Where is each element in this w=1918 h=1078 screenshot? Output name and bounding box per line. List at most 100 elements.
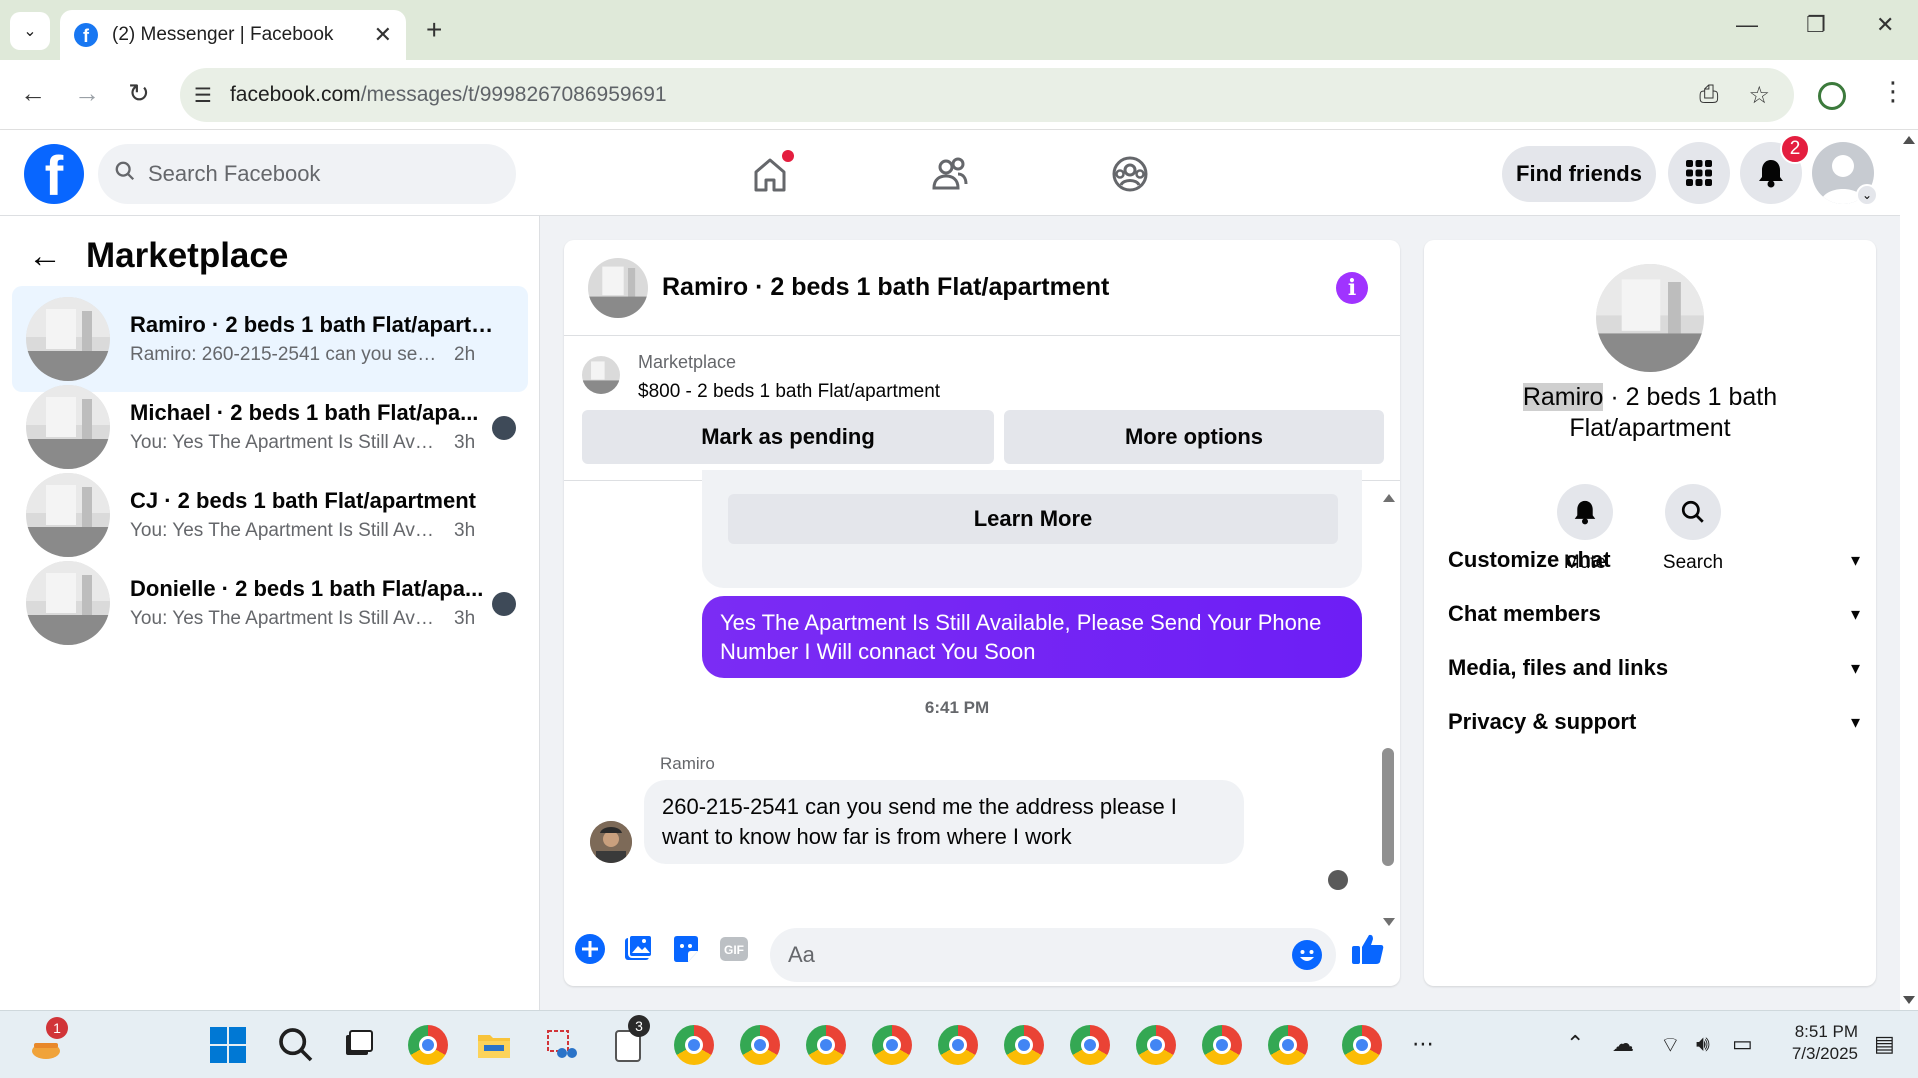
listing-summary[interactable]: Marketplace $800 - 2 beds 1 bath Flat/ap… — [582, 352, 940, 403]
chrome-profile-icon[interactable] — [806, 1025, 846, 1065]
customize-chat-section[interactable]: Customize chat ▾ — [1448, 540, 1860, 580]
mark-as-pending-button[interactable]: Mark as pending — [582, 410, 994, 464]
details-title: Ramiro · 2 beds 1 bath Flat/apartment — [1522, 383, 1778, 442]
facebook-logo-icon[interactable]: f — [24, 144, 84, 204]
tab-search-button[interactable]: ⌄ — [10, 12, 50, 50]
task-view-icon[interactable] — [340, 1025, 380, 1065]
notification-center-icon[interactable]: ▤ — [1874, 1031, 1895, 1057]
page-scrollbar[interactable] — [1900, 130, 1918, 1010]
start-button-icon[interactable] — [208, 1025, 248, 1065]
sender-avatar[interactable] — [590, 821, 632, 863]
friends-icon[interactable] — [928, 152, 972, 196]
chevron-down-icon: ▾ — [1850, 711, 1860, 732]
volume-icon[interactable]: 🔊︎ — [1696, 1031, 1710, 1057]
thread-name: Ramiro · 2 beds 1 bath Flat/apartm... — [130, 312, 500, 337]
add-more-icon[interactable] — [574, 933, 606, 965]
marketplace-info-card: Learn More — [702, 470, 1362, 588]
battery-icon[interactable]: ▭ — [1732, 1031, 1753, 1057]
chrome-profile-icon[interactable] — [1202, 1025, 1242, 1065]
more-options-button[interactable]: More options — [1004, 410, 1384, 464]
seen-avatar — [492, 592, 516, 616]
site-info-icon[interactable]: ☰ — [194, 83, 212, 108]
browser-tab[interactable]: f (2) Messenger | Facebook ✕ — [60, 10, 406, 60]
show-hidden-icons[interactable]: ⌃ — [1566, 1031, 1584, 1057]
listing-thumbnail — [26, 385, 110, 469]
chrome-profile-icon[interactable] — [740, 1025, 780, 1065]
groups-icon[interactable] — [1108, 152, 1152, 196]
details-avatar[interactable] — [1596, 264, 1704, 372]
tab-close-icon[interactable]: ✕ — [374, 22, 392, 48]
snipping-tool-icon[interactable] — [542, 1025, 582, 1065]
thread-name: CJ · 2 beds 1 bath Flat/apartment — [130, 488, 476, 513]
url-text[interactable]: facebook.com/messages/t/9998267086959691 — [230, 83, 1794, 107]
thumbs-up-icon[interactable] — [1350, 931, 1386, 967]
scrollbar-thumb[interactable] — [1382, 748, 1394, 866]
thread-item-donielle[interactable]: Donielle · 2 beds 1 bath Flat/apa... You… — [12, 550, 528, 656]
chevron-down-icon: ▾ — [1850, 603, 1860, 624]
marketplace-thread-list: ← Marketplace Ramiro · 2 beds 1 bath Fla… — [0, 216, 540, 1010]
windows-taskbar: 1 3 ⋯ ⌃ ☁ ⌔ 🔊︎ ▭ 8:51 PM 7/3/2025 ▤ — [0, 1010, 1918, 1078]
chrome-profile-icon[interactable] — [1136, 1025, 1176, 1065]
incoming-message[interactable]: 260-215-2541 can you send me the address… — [644, 780, 1244, 864]
browser-menu-icon[interactable]: ⋮ — [1880, 76, 1906, 107]
bookmark-star-icon[interactable]: ☆ — [1748, 81, 1770, 110]
chrome-profile-icon[interactable] — [674, 1025, 714, 1065]
restore-icon[interactable]: ❐ — [1806, 12, 1826, 38]
conversation-title[interactable]: Ramiro · 2 beds 1 bath Flat/apartment — [662, 273, 1109, 302]
message-input-placeholder: Aa — [788, 942, 815, 967]
menu-grid-button[interactable] — [1668, 142, 1730, 204]
listing-thumbnail — [582, 356, 620, 394]
gif-icon[interactable]: GIF — [718, 933, 750, 965]
find-friends-button[interactable]: Find friends — [1502, 146, 1656, 202]
message-input[interactable]: Aa — [770, 928, 1336, 982]
facebook-search-input[interactable]: Search Facebook — [98, 144, 516, 204]
install-app-icon[interactable]: ⎙ — [1699, 81, 1718, 109]
thread-snippet: You: Yes The Apartment Is Still Availab.… — [130, 520, 440, 541]
emoji-icon[interactable] — [1292, 940, 1322, 970]
new-tab-button[interactable]: + — [426, 14, 442, 46]
thread-name: Michael · 2 beds 1 bath Flat/apa... — [130, 400, 479, 425]
seen-avatar — [492, 416, 516, 440]
forward-icon[interactable]: → — [74, 78, 100, 109]
chrome-taskbar-icon[interactable] — [408, 1025, 448, 1065]
minimize-icon[interactable]: — — [1736, 12, 1758, 38]
onedrive-icon[interactable]: ☁ — [1612, 1031, 1634, 1057]
conversation-avatar[interactable] — [588, 257, 648, 318]
chrome-profile-icon[interactable] — [1004, 1025, 1044, 1065]
media-files-links-section[interactable]: Media, files and links ▾ — [1448, 648, 1860, 688]
listing-thumbnail — [26, 561, 110, 645]
chrome-profile-icon[interactable] — [1070, 1025, 1110, 1065]
widgets-badge: 1 — [46, 1017, 68, 1039]
system-clock[interactable]: 8:51 PM 7/3/2025 — [1778, 1021, 1858, 1065]
chat-members-section[interactable]: Chat members ▾ — [1448, 594, 1860, 634]
chrome-profile-icon[interactable] — [872, 1025, 912, 1065]
svg-text:GIF: GIF — [724, 943, 744, 957]
reload-icon[interactable]: ↻ — [128, 78, 150, 109]
sticker-icon[interactable] — [670, 933, 702, 965]
taskbar-search-icon[interactable] — [276, 1025, 316, 1065]
account-chevron-icon[interactable]: ⌄ — [1856, 184, 1878, 206]
more-apps-icon[interactable]: ⋯ — [1412, 1031, 1434, 1057]
back-arrow-icon[interactable]: ← — [28, 237, 62, 276]
chrome-profile-icon[interactable] — [938, 1025, 978, 1065]
file-explorer-icon[interactable] — [474, 1025, 514, 1065]
info-icon[interactable]: i — [1336, 272, 1368, 304]
search-icon — [114, 160, 136, 188]
chevron-down-icon: ▾ — [1850, 549, 1860, 570]
scroll-down-icon[interactable] — [1903, 996, 1915, 1004]
bell-icon — [1759, 160, 1783, 188]
scroll-up-icon[interactable] — [1903, 136, 1915, 144]
listing-thumbnail — [26, 473, 110, 557]
address-bar[interactable]: ☰ facebook.com/messages/t/99982670869596… — [180, 68, 1794, 122]
back-icon[interactable]: ← — [20, 78, 46, 109]
bell-icon — [1574, 500, 1596, 525]
outgoing-message[interactable]: Yes The Apartment Is Still Available, Pl… — [702, 596, 1362, 678]
photo-icon[interactable] — [622, 933, 654, 965]
learn-more-button[interactable]: Learn More — [728, 494, 1338, 544]
chrome-profile-icon[interactable] — [1342, 1025, 1382, 1065]
window-close-icon[interactable]: ✕ — [1876, 12, 1894, 38]
wifi-icon[interactable]: ⌔ — [1660, 1031, 1681, 1059]
chrome-profile-icon[interactable] — [1268, 1025, 1308, 1065]
privacy-support-section[interactable]: Privacy & support ▾ — [1448, 702, 1860, 742]
browser-profile-icon[interactable] — [1818, 82, 1846, 110]
